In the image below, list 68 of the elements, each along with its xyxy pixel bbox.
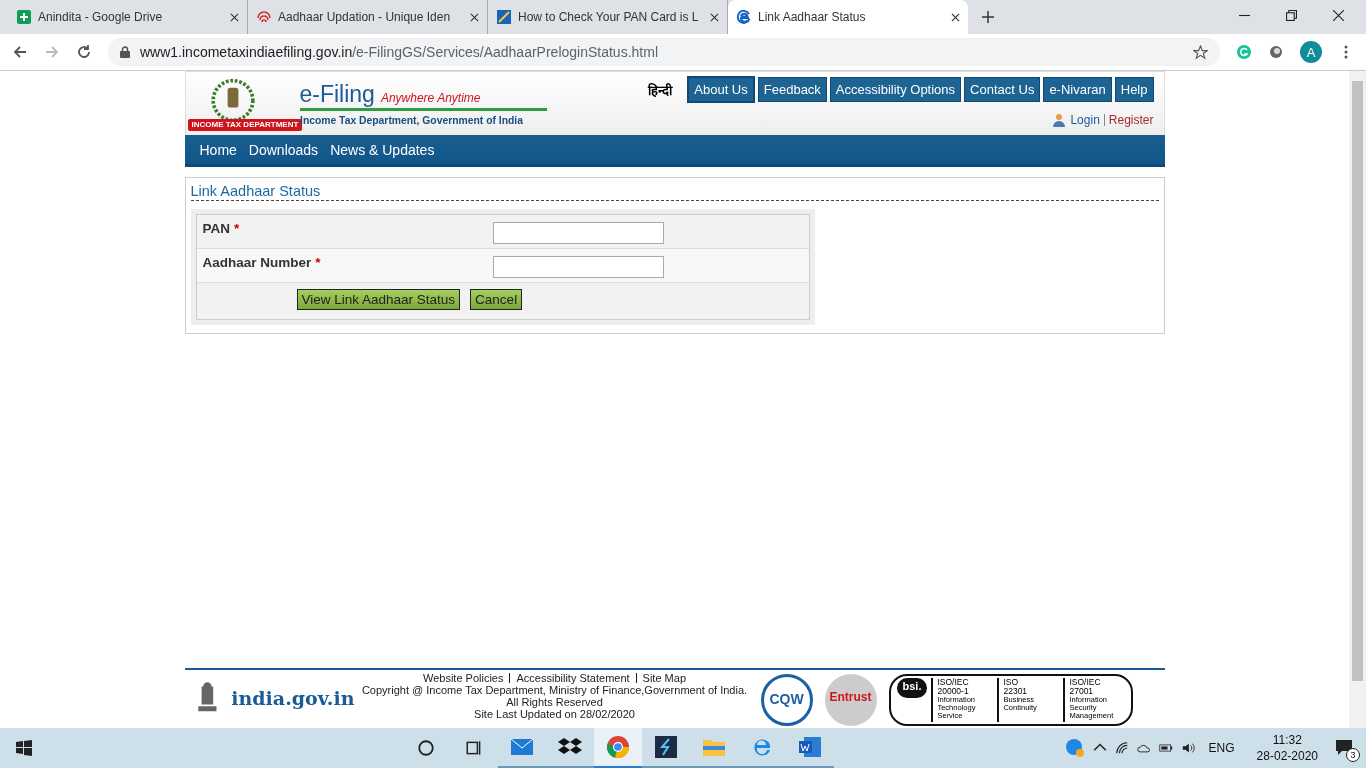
top-nav-link[interactable]: Accessibility Options <box>829 77 962 102</box>
chrome-icon <box>606 735 630 759</box>
browser-tab[interactable]: Link Aadhaar Status <box>728 0 968 34</box>
lock-icon <box>120 46 130 58</box>
input-language-indicator[interactable]: ENG <box>1208 741 1235 755</box>
windows-start-icon[interactable] <box>16 740 32 756</box>
restore-icon[interactable] <box>1286 10 1297 21</box>
close-icon[interactable] <box>710 12 719 22</box>
clock[interactable]: 11:32 28-02-2020 <box>1256 732 1318 764</box>
footer-text: Copyright @ Income Tax Department, Ministry of Finance,Government of India. <box>361 684 748 696</box>
field-label: Aadhaar Number <box>202 255 312 270</box>
browser-tab[interactable]: Aadhaar Updation - Unique Iden <box>248 0 488 34</box>
top-nav-link[interactable]: Help <box>1114 77 1154 102</box>
footer-text: Site Last Updated on 28/02/2020 <box>474 708 635 720</box>
portal-logo-text: india.gov.in <box>231 687 355 709</box>
sheet-icon <box>16 9 32 25</box>
back-icon[interactable] <box>12 44 28 60</box>
view-status-button[interactable]: View Link Aadhaar Status <box>296 289 461 310</box>
language-link[interactable]: हिन्दी <box>648 80 673 99</box>
close-icon[interactable] <box>1333 10 1344 21</box>
url-text: www1.incometaxindiaefiling.gov.in/e-FilingGS/Services/AadhaarPreloginStatus.html <box>140 44 659 60</box>
brand-title: e-Filing <box>299 81 375 108</box>
notification-icon[interactable] <box>1334 737 1354 757</box>
volume-icon[interactable] <box>1180 741 1195 755</box>
input-field[interactable] <box>492 222 664 244</box>
close-icon[interactable] <box>230 12 239 22</box>
register-link[interactable]: Register <box>1108 113 1154 127</box>
form-title: Link Aadhaar Status <box>190 183 1159 201</box>
site-icon <box>496 9 512 25</box>
address-bar[interactable]: www1.incometaxindiaefiling.gov.in/e-FilingGS/Services/AadhaarPreloginStatus.html <box>108 38 1220 66</box>
user-icon <box>1052 113 1067 127</box>
e-icon <box>736 9 752 25</box>
main-nav-link[interactable]: Downloads <box>248 141 319 158</box>
profile-avatar[interactable]: A <box>1300 41 1322 63</box>
brand-tagline: Anywhere Anytime <box>380 91 481 105</box>
cancel-button[interactable]: Cancel <box>470 289 523 310</box>
extension-icon[interactable] <box>1268 44 1284 60</box>
search-icon[interactable] <box>417 739 435 757</box>
notification-count: 3 <box>1346 748 1360 762</box>
input-field[interactable] <box>492 256 664 278</box>
browser-tab[interactable]: Anindita - Google Drive <box>8 0 248 34</box>
top-nav-link[interactable]: e-Nivaran <box>1043 77 1112 102</box>
reload-icon[interactable] <box>76 44 92 60</box>
field-label: PAN <box>202 221 230 236</box>
close-icon[interactable] <box>470 12 479 22</box>
scrollbar[interactable] <box>1349 71 1366 728</box>
login-link[interactable]: Login <box>1070 113 1100 127</box>
word-icon <box>798 735 822 759</box>
task-view-icon[interactable] <box>465 739 483 757</box>
required-mark: * <box>315 255 321 270</box>
star-icon[interactable] <box>1193 44 1208 60</box>
battery-icon[interactable] <box>1158 741 1173 755</box>
close-icon[interactable] <box>951 12 960 22</box>
main-nav-link[interactable]: News & Updates <box>330 141 435 158</box>
main-nav-link[interactable]: Home <box>199 141 237 158</box>
top-nav-link[interactable]: Feedback <box>757 77 827 102</box>
footer-link[interactable]: Accessibility Statement <box>516 672 630 684</box>
top-nav-link[interactable]: About Us <box>687 76 755 103</box>
browser-tab[interactable]: How to Check Your PAN Card is L <box>488 0 728 34</box>
app-icon <box>654 735 678 759</box>
top-nav-link[interactable]: Contact Us <box>964 77 1041 102</box>
footer-link[interactable]: Site Map <box>642 672 686 684</box>
required-mark: * <box>234 221 240 236</box>
new-tab-icon[interactable] <box>982 11 994 23</box>
footer-link[interactable]: Website Policies <box>423 672 504 684</box>
security-seal: Entrust <box>824 674 877 726</box>
wifi-icon[interactable] <box>1114 741 1129 755</box>
footer-text: All Rights Reserved <box>506 696 603 708</box>
